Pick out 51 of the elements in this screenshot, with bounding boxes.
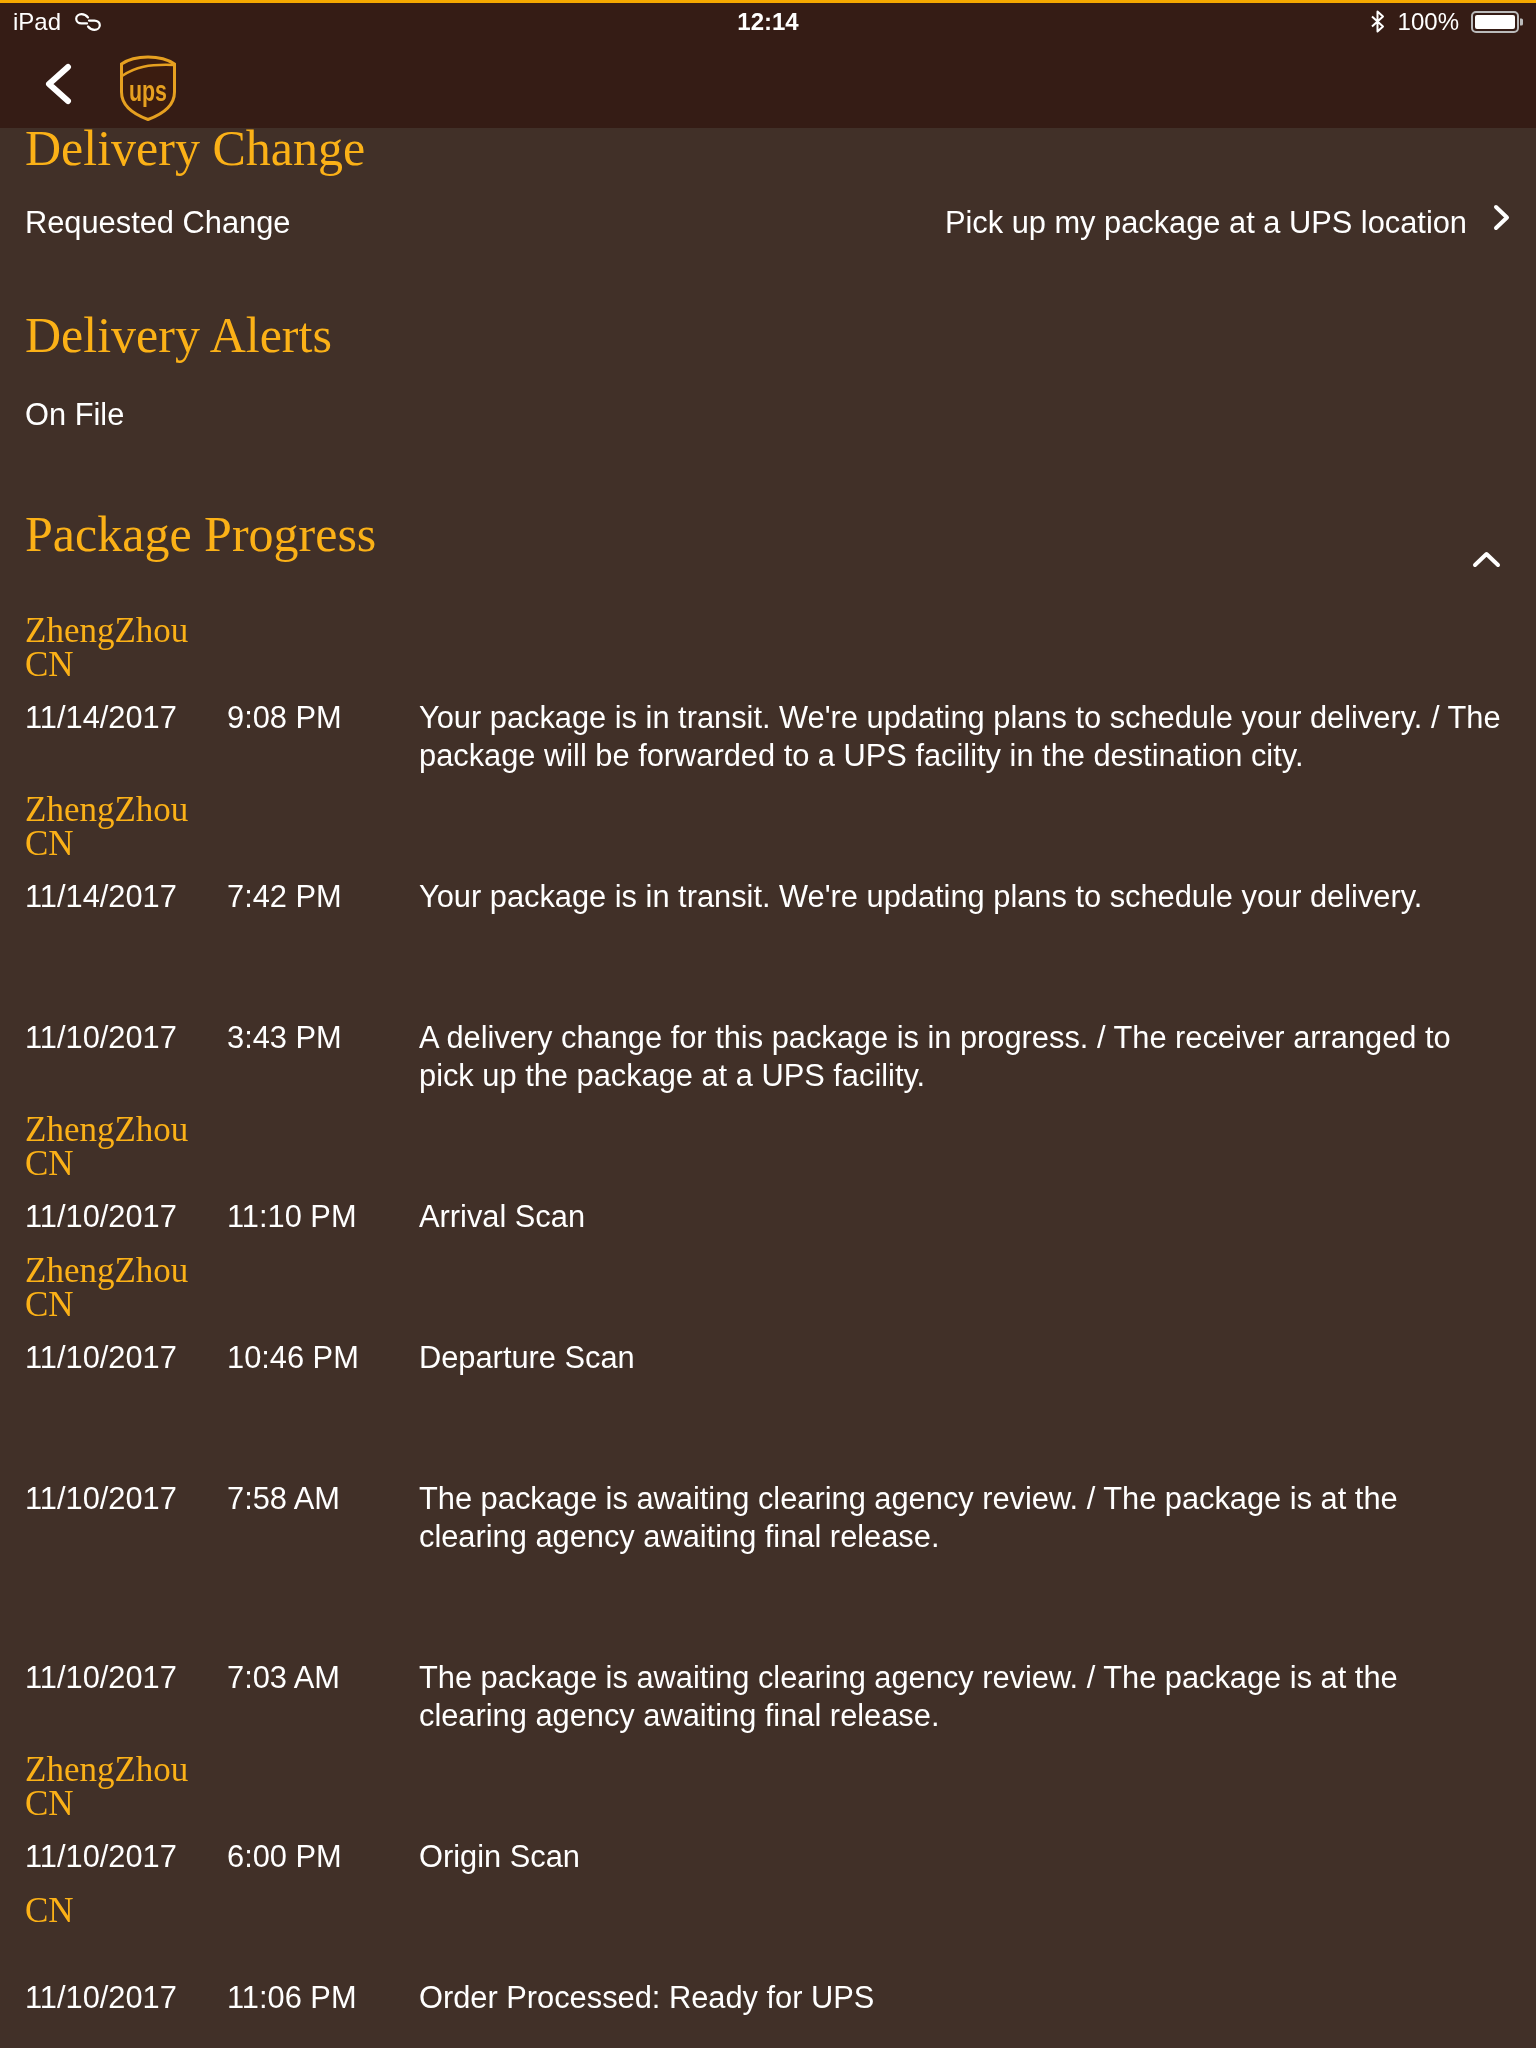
bluetooth-icon (1369, 10, 1386, 33)
device-name: iPad (13, 7, 62, 36)
event-time: 7:42 PM (227, 878, 342, 916)
location-label: CN (25, 1894, 74, 1928)
event-date: 11/10/2017 (25, 1838, 177, 1876)
event-time: 7:03 AM (227, 1659, 340, 1697)
event-description: A delivery change for this package is in progress. / The receiver arranged to pick up the package at a UPS facility. (419, 1019, 1452, 1095)
location-label: ZhengZhou CN (25, 1113, 189, 1181)
location-label: ZhengZhou CN (25, 1254, 189, 1322)
shield-logo: ups (119, 55, 177, 121)
collapse-button[interactable] (1472, 551, 1501, 568)
field-label: Requested Change (25, 204, 291, 242)
event-date: 11/10/2017 (25, 1198, 177, 1236)
event-date: 11/10/2017 (25, 1979, 177, 2017)
battery-percentage: 100% (1397, 7, 1459, 36)
section-heading: Delivery Change (25, 128, 366, 177)
section-heading: Delivery Alerts (25, 315, 332, 364)
location-label: ZhengZhou CN (25, 614, 189, 682)
event-date: 11/14/2017 (25, 878, 177, 916)
battery-icon (1471, 10, 1523, 33)
event-date: 11/10/2017 (25, 1019, 177, 1057)
event-description: The package is awaiting clearing agency review. / The package is at the clearing agency awaiting final release. (419, 1480, 1399, 1556)
event-time: 11:06 PM (227, 1979, 357, 2017)
event-description: Arrival Scan (419, 1198, 585, 1236)
chevron-left-icon (44, 63, 72, 105)
location-label: ZhengZhou CN (25, 1753, 189, 1821)
event-description: Departure Scan (419, 1339, 635, 1377)
section-heading: Package Progress (25, 514, 377, 563)
event-description: The package is awaiting clearing agency review. / The package is at the clearing agency awaiting final release. (419, 1659, 1399, 1735)
event-time: 9:08 PM (227, 699, 342, 737)
chevron-right-icon (1493, 204, 1510, 231)
event-time: 3:43 PM (227, 1019, 342, 1057)
event-date: 11/10/2017 (25, 1480, 177, 1518)
event-description: Your package is in transit. We're updating plans to schedule your delivery. / The package will be forwarded to a UPS facility in the destination city. (419, 699, 1502, 775)
requested-change-link[interactable]: Pick up my package at a UPS location (944, 204, 1510, 242)
back-button[interactable] (44, 63, 72, 105)
event-description: Your package is in transit. We're updating plans to schedule your delivery. (419, 878, 1423, 916)
event-date: 11/14/2017 (25, 699, 177, 737)
event-date: 11/10/2017 (25, 1339, 177, 1377)
location-label: ZhengZhou CN (25, 793, 189, 861)
event-time: 6:00 PM (227, 1838, 342, 1876)
chevron-up-icon (1472, 551, 1501, 568)
clock-time: 12:14 (737, 7, 799, 36)
event-date: 11/10/2017 (25, 1659, 177, 1697)
event-time: 11:10 PM (227, 1198, 357, 1236)
event-time: 10:46 PM (227, 1339, 359, 1377)
event-description: Order Processed: Ready for UPS (419, 1979, 875, 2017)
event-time: 7:58 AM (227, 1480, 340, 1518)
alerts-status: On File (25, 396, 125, 434)
event-description: Origin Scan (419, 1838, 580, 1876)
link-icon (75, 12, 102, 31)
